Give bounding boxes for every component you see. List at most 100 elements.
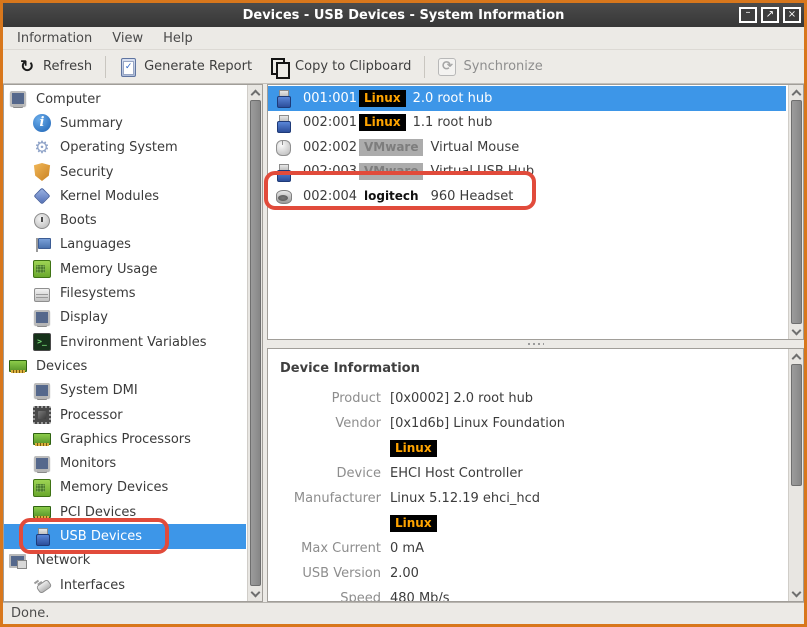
- usb-device-row[interactable]: 001:001 Linux 2.0 root hub: [268, 86, 786, 111]
- usb-icon: [274, 114, 292, 132]
- vendor-badge: Linux: [359, 90, 406, 107]
- panel-splitter[interactable]: [267, 340, 804, 348]
- pci-card-icon: [33, 503, 51, 521]
- scroll-up-arrow[interactable]: [248, 85, 262, 99]
- window-title: Devices - USB Devices - System Informati…: [3, 8, 804, 23]
- content-area: Computer i Summary ⚙ Operating System Se…: [3, 84, 804, 602]
- sidebar-item-memory-devices[interactable]: Memory Devices: [4, 476, 246, 500]
- chevron-up-icon: [791, 353, 801, 363]
- menu-help[interactable]: Help: [153, 28, 203, 49]
- copy-to-clipboard-label: Copy to Clipboard: [295, 59, 411, 74]
- info-label: Speed: [278, 591, 381, 602]
- usb-device-row[interactable]: 002:002 VMware Virtual Mouse: [268, 135, 786, 160]
- usb-icon: [33, 527, 51, 545]
- copy-to-clipboard-button[interactable]: Copy to Clipboard: [261, 54, 420, 80]
- device-info-scrollbar[interactable]: [788, 349, 803, 601]
- sidebar-item-label: Languages: [60, 237, 131, 252]
- sidebar-item-system-dmi[interactable]: System DMI: [4, 379, 246, 403]
- info-row: Manufacturer Linux 5.12.19 ehci_hcd: [278, 486, 786, 511]
- info-value: [0x1d6b] Linux Foundation: [390, 416, 565, 431]
- headset-icon: [274, 187, 292, 205]
- refresh-button[interactable]: ↻ Refresh: [9, 54, 101, 80]
- scroll-up-arrow[interactable]: [789, 85, 803, 99]
- vendor-badge: logitech: [359, 188, 424, 205]
- sidebar-item-pci-devices[interactable]: PCI Devices: [4, 500, 246, 524]
- sidebar-item-label: Monitors: [60, 456, 116, 471]
- scroll-down-arrow[interactable]: [789, 587, 803, 601]
- info-value: 2.00: [390, 566, 419, 581]
- diamond-icon: [33, 187, 51, 205]
- device-list-scrollbar[interactable]: [788, 85, 803, 339]
- scroll-down-arrow[interactable]: [789, 325, 803, 339]
- sidebar-item-graphics-processors[interactable]: Graphics Processors: [4, 427, 246, 451]
- drive-icon: [33, 285, 51, 303]
- generate-report-label: Generate Report: [144, 59, 252, 74]
- sidebar-item-computer[interactable]: Computer: [4, 87, 246, 111]
- sidebar-item-operating-system[interactable]: ⚙ Operating System: [4, 136, 246, 160]
- sidebar-item-label: Memory Usage: [60, 262, 158, 277]
- sidebar-item-filesystems[interactable]: Filesystems: [4, 281, 246, 305]
- sidebar-item-display[interactable]: Display: [4, 306, 246, 330]
- info-label: Vendor: [278, 416, 381, 431]
- sidebar-item-devices[interactable]: Devices: [4, 354, 246, 378]
- device-info-header: Device Information: [280, 361, 786, 376]
- sidebar-tree: Computer i Summary ⚙ Operating System Se…: [3, 84, 263, 602]
- network-icon: [9, 552, 27, 570]
- sidebar-item-usb-devices[interactable]: USB Devices: [4, 524, 246, 548]
- usb-icon: [274, 89, 292, 107]
- close-button[interactable]: ×: [783, 7, 801, 23]
- maximize-button[interactable]: ↗: [761, 7, 779, 23]
- usb-device-list: 001:001 Linux 2.0 root hub 002:001 Linux…: [267, 84, 804, 340]
- sidebar-item-network[interactable]: Network: [4, 549, 246, 573]
- sidebar-item-security[interactable]: Security: [4, 160, 246, 184]
- menu-view[interactable]: View: [102, 28, 153, 49]
- menu-information[interactable]: Information: [7, 28, 102, 49]
- usb-device-row-headset[interactable]: 002:004 logitech 960 Headset: [268, 184, 786, 209]
- device-bus-id: 002:004: [303, 189, 359, 204]
- sidebar-item-languages[interactable]: Languages: [4, 233, 246, 257]
- scrollbar-thumb[interactable]: [250, 100, 261, 586]
- sidebar-item-interfaces[interactable]: Interfaces: [4, 573, 246, 597]
- chevron-up-icon: [791, 89, 801, 99]
- device-card-icon: [9, 357, 27, 375]
- sidebar-item-boots[interactable]: Boots: [4, 208, 246, 232]
- sidebar-item-kernel-modules[interactable]: Kernel Modules: [4, 184, 246, 208]
- power-icon: [33, 212, 51, 230]
- chevron-up-icon: [250, 89, 260, 99]
- minimize-button[interactable]: –: [739, 7, 757, 23]
- info-label: Product: [278, 391, 381, 406]
- sidebar-item-environment-variables[interactable]: >_ Environment Variables: [4, 330, 246, 354]
- info-value: EHCI Host Controller: [390, 466, 523, 481]
- usb-device-row[interactable]: 002:001 Linux 1.1 root hub: [268, 111, 786, 136]
- scrollbar-thumb[interactable]: [791, 100, 802, 324]
- status-text: Done.: [11, 606, 49, 621]
- graphics-card-icon: [33, 430, 51, 448]
- sidebar-item-label: Devices: [36, 359, 87, 374]
- chevron-down-icon: [791, 588, 801, 598]
- scroll-down-arrow[interactable]: [248, 587, 262, 601]
- info-row: Device EHCI Host Controller: [278, 461, 786, 486]
- sidebar-item-summary[interactable]: i Summary: [4, 111, 246, 135]
- linux-badge: Linux: [390, 440, 437, 457]
- scrollbar-thumb[interactable]: [791, 364, 802, 486]
- flag-icon: [33, 236, 51, 254]
- device-description: 1.1 root hub: [413, 115, 493, 130]
- scroll-up-arrow[interactable]: [789, 349, 803, 363]
- sidebar-item-monitors[interactable]: Monitors: [4, 451, 246, 475]
- synchronize-button[interactable]: ⟳ Synchronize: [429, 54, 551, 80]
- generate-report-button[interactable]: Generate Report: [110, 54, 261, 80]
- sidebar-item-processor[interactable]: Processor: [4, 403, 246, 427]
- sidebar-item-label: Environment Variables: [60, 335, 207, 350]
- gear-icon: ⚙: [33, 139, 51, 157]
- sidebar-item-label: Filesystems: [60, 286, 136, 301]
- cpu-chip-icon: [33, 406, 51, 424]
- synchronize-label: Synchronize: [463, 59, 542, 74]
- report-icon: [119, 58, 137, 76]
- sidebar-scrollbar[interactable]: [247, 85, 262, 601]
- sidebar-item-memory-usage[interactable]: Memory Usage: [4, 257, 246, 281]
- info-label: USB Version: [278, 566, 381, 581]
- usb-device-row[interactable]: 002:003 VMware Virtual USB Hub: [268, 160, 786, 185]
- info-label: Manufacturer: [278, 491, 381, 506]
- refresh-label: Refresh: [43, 59, 92, 74]
- display-icon: [33, 309, 51, 327]
